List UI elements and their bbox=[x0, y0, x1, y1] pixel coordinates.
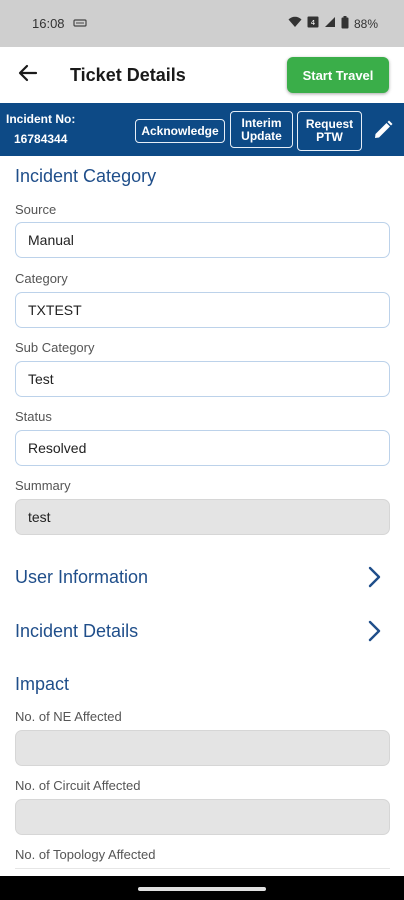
interim-update-label-line2: Update bbox=[241, 128, 282, 143]
arrow-left-icon bbox=[18, 63, 38, 88]
user-information-row[interactable]: User Information bbox=[0, 557, 404, 597]
pencil-icon bbox=[372, 120, 394, 145]
acknowledge-button[interactable]: Acknowledge bbox=[135, 119, 225, 143]
status-label: Status bbox=[15, 409, 52, 424]
edit-button[interactable] bbox=[372, 119, 394, 141]
category-value: TXTEST bbox=[28, 302, 82, 318]
home-gesture-handle[interactable] bbox=[138, 887, 266, 891]
incident-details-title: Incident Details bbox=[15, 620, 139, 641]
ne-affected-label: No. of NE Affected bbox=[15, 709, 122, 724]
wifi-icon bbox=[288, 16, 302, 31]
source-label: Source bbox=[15, 202, 57, 217]
ne-affected-field bbox=[15, 730, 390, 766]
impact-title: Impact bbox=[15, 674, 70, 694]
incident-header-bar: Incident No: 16784344 Acknowledge Interi… bbox=[0, 103, 404, 156]
chevron-right-icon bbox=[362, 619, 386, 643]
start-travel-button[interactable]: Start Travel bbox=[287, 57, 389, 93]
status-value: Resolved bbox=[28, 440, 87, 456]
summary-field: test bbox=[15, 499, 390, 535]
interim-update-label-line1: Interim bbox=[241, 115, 282, 130]
user-information-title: User Information bbox=[15, 566, 149, 587]
source-field[interactable]: Manual bbox=[15, 222, 390, 258]
system-nav-bar bbox=[0, 876, 404, 900]
page-title: Ticket Details bbox=[70, 64, 186, 85]
category-field[interactable]: TXTEST bbox=[15, 292, 390, 328]
chevron-right-icon bbox=[362, 565, 386, 589]
summary-label: Summary bbox=[15, 478, 71, 493]
network-4g-icon: 4 bbox=[307, 16, 319, 31]
summary-value: test bbox=[28, 509, 51, 525]
sub-category-field[interactable]: Test bbox=[15, 361, 390, 397]
circuit-affected-label: No. of Circuit Affected bbox=[15, 778, 141, 793]
back-button[interactable] bbox=[0, 47, 56, 103]
status-field[interactable]: Resolved bbox=[15, 430, 390, 466]
interim-update-button[interactable]: Interim Update bbox=[230, 111, 293, 148]
incident-details-row[interactable]: Incident Details bbox=[0, 611, 404, 651]
sim-card-icon bbox=[72, 16, 87, 31]
svg-text:4: 4 bbox=[311, 19, 316, 27]
category-label: Category bbox=[15, 271, 68, 286]
app-bar: Ticket Details Start Travel bbox=[0, 47, 404, 103]
battery-icon bbox=[341, 15, 349, 32]
sub-category-label: Sub Category bbox=[15, 340, 95, 355]
acknowledge-label: Acknowledge bbox=[141, 123, 219, 138]
request-ptw-label-line2: PTW bbox=[316, 130, 343, 144]
incident-no-label: Incident No: bbox=[6, 112, 76, 126]
topology-affected-label: No. of Topology Affected bbox=[15, 847, 156, 862]
incident-category-title: Incident Category bbox=[15, 166, 157, 186]
circuit-affected-field bbox=[15, 799, 390, 835]
signal-icon bbox=[324, 16, 336, 31]
incident-number: 16784344 bbox=[14, 132, 68, 146]
divider bbox=[15, 868, 390, 869]
status-time: 16:08 bbox=[32, 16, 65, 31]
source-value: Manual bbox=[28, 232, 74, 248]
sub-category-value: Test bbox=[28, 371, 54, 387]
request-ptw-button[interactable]: Request PTW bbox=[297, 111, 362, 151]
ticket-content[interactable]: Incident Category Source Manual Category… bbox=[0, 156, 404, 876]
status-bar: 16:08 4 88% bbox=[0, 0, 404, 47]
battery-percent: 88% bbox=[353, 16, 378, 31]
